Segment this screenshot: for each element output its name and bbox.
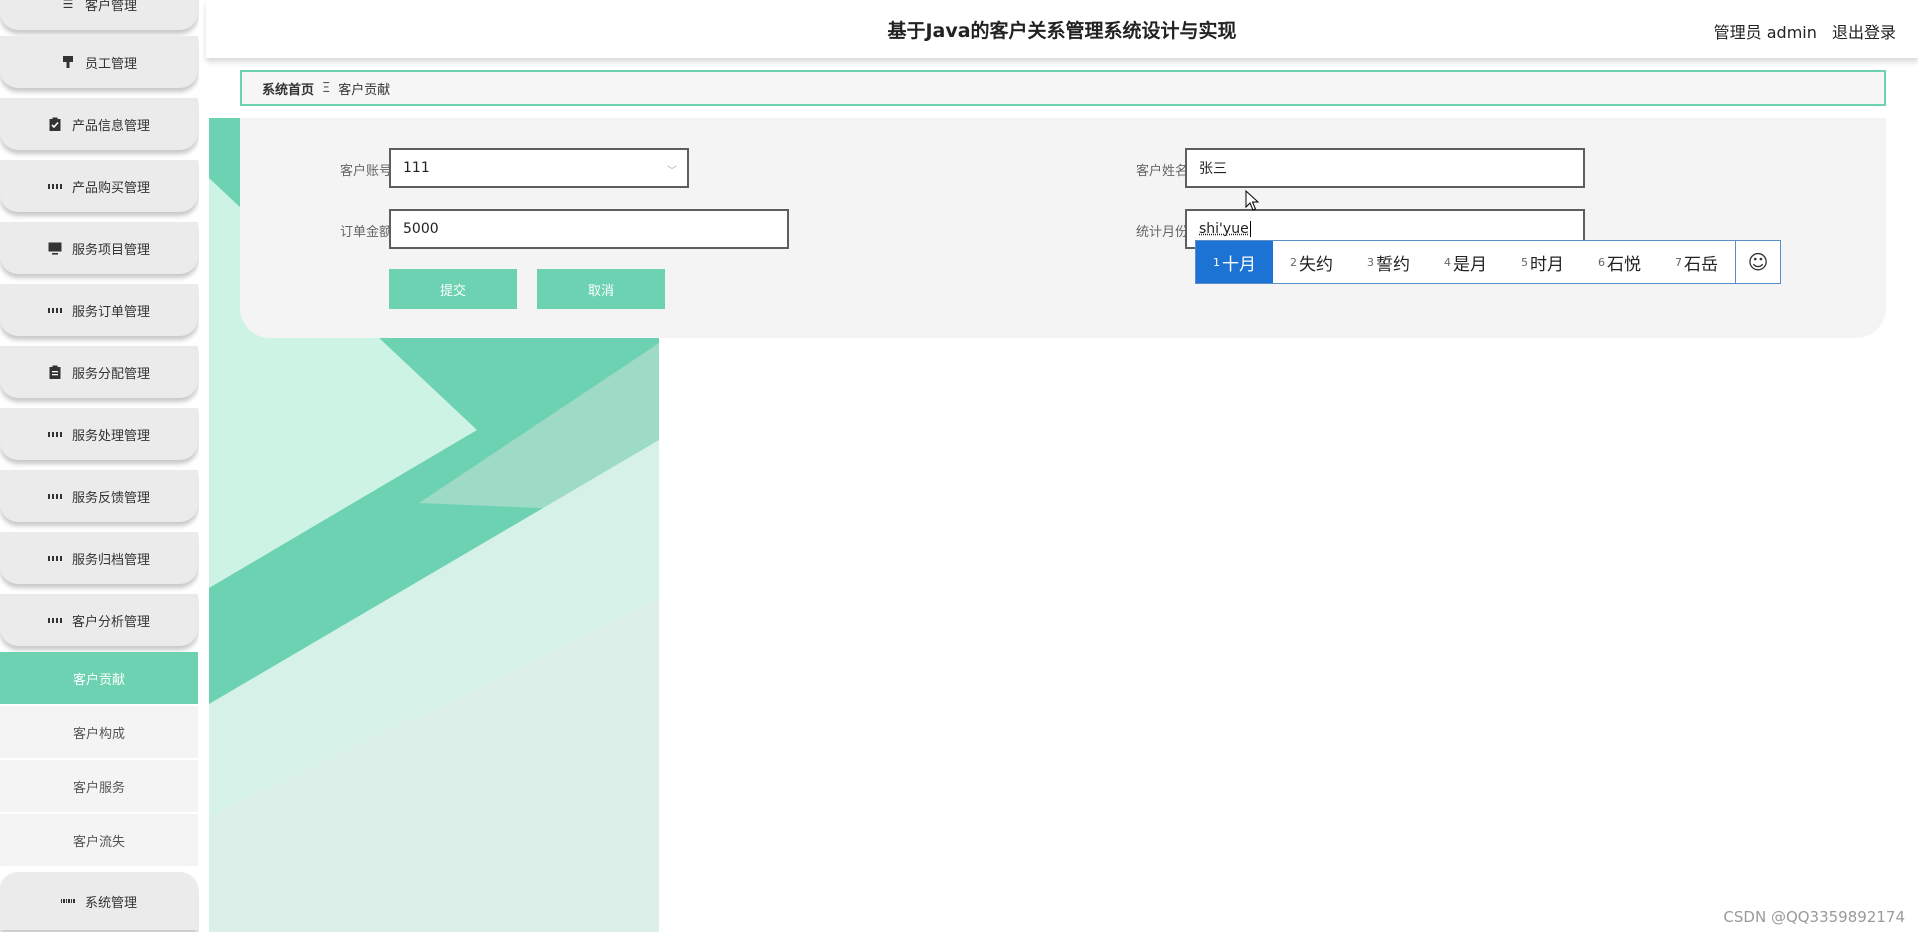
- logout-link[interactable]: 退出登录: [1832, 23, 1896, 42]
- grid-icon: [47, 551, 62, 565]
- ime-candidate[interactable]: 2 失约: [1273, 241, 1350, 283]
- account-value: 111: [403, 160, 430, 176]
- cancel-button[interactable]: 取消: [537, 269, 665, 309]
- ime-candidate[interactable]: 3 誓约: [1350, 241, 1427, 283]
- account-select[interactable]: 111 ﹀: [389, 148, 689, 188]
- sidebar-item-label: 服务分配管理: [71, 366, 150, 382]
- sidebar-item-label: 服务项目管理: [71, 242, 150, 258]
- mouse-cursor-icon: [1245, 190, 1259, 211]
- sidebar-subitem-customer-churn[interactable]: 客户流失: [0, 814, 198, 868]
- sidebar-item-label: 服务处理管理: [71, 428, 150, 444]
- sidebar-item-product-info[interactable]: 产品信息管理: [0, 98, 198, 150]
- sidebar-subitem-customer-composition[interactable]: 客户构成: [0, 706, 198, 760]
- sidebar-item-system-management[interactable]: 系统管理: [0, 872, 198, 930]
- name-value: 张三: [1199, 161, 1227, 177]
- sidebar-item-staff-management[interactable]: 员工管理: [0, 36, 198, 88]
- breadcrumb-current: 客户贡献: [338, 82, 391, 98]
- grid-icon: [47, 489, 62, 503]
- sidebar-item-label: 服务归档管理: [71, 552, 150, 568]
- sidebar: ☰ 客户管理 员工管理 产品信息管理 产品购买管理 服务项目管理 服务订单管理 …: [0, 0, 199, 932]
- name-field[interactable]: 张三: [1185, 148, 1585, 188]
- sidebar-subitem-customer-service[interactable]: 客户服务: [0, 760, 198, 814]
- user-label: 管理员 admin: [1713, 23, 1817, 42]
- grid-icon: [47, 179, 62, 193]
- sidebar-item-customer-management[interactable]: ☰ 客户管理: [0, 0, 198, 30]
- watermark: CSDN @QQ3359892174: [1723, 908, 1905, 926]
- monitor-icon: [48, 241, 62, 255]
- breadcrumb: 系统首页 Ξ 客户贡献: [240, 70, 1886, 106]
- apps-grid-icon: [60, 894, 76, 908]
- sidebar-item-label: 客户管理: [84, 0, 137, 14]
- sidebar-item-label: 客户分析管理: [71, 614, 150, 630]
- chevron-down-icon: ﹀: [667, 166, 677, 177]
- ime-candidate[interactable]: 4 是月: [1427, 241, 1504, 283]
- top-header: 基于Java的客户关系管理系统设计与实现 管理员 admin 退出登录: [206, 0, 1918, 58]
- amount-label: 订单金额: [339, 225, 392, 240]
- clipboard-icon: [48, 365, 62, 379]
- sidebar-item-label: 服务订单管理: [71, 304, 150, 320]
- sidebar-item-product-purchase[interactable]: 产品购买管理: [0, 160, 198, 212]
- user-area: 管理员 admin 退出登录: [1714, 19, 1896, 43]
- sidebar-item-customer-analysis[interactable]: 客户分析管理: [0, 594, 198, 646]
- sidebar-item-service-order[interactable]: 服务订单管理: [0, 284, 198, 336]
- breadcrumb-separator: Ξ: [322, 80, 331, 96]
- amount-field[interactable]: 5000: [389, 209, 789, 249]
- sidebar-item-service-feedback[interactable]: 服务反馈管理: [0, 470, 198, 522]
- page-title: 基于Java的客户关系管理系统设计与实现: [887, 20, 1237, 42]
- ime-candidate[interactable]: 1 十月: [1196, 241, 1273, 283]
- sidebar-item-service-archive[interactable]: 服务归档管理: [0, 532, 198, 584]
- grid-icon: [47, 613, 62, 627]
- ime-candidate-bar: 1 十月 2 失约 3 誓约 4 是月 5 时月 6 石悦 7 石岳 ☺: [1195, 240, 1781, 284]
- breadcrumb-home-link[interactable]: 系统首页: [262, 79, 314, 98]
- sidebar-subitem-customer-contribution[interactable]: 客户贡献: [0, 652, 198, 706]
- name-label: 客户姓名: [1135, 164, 1188, 179]
- sidebar-item-label: 产品购买管理: [71, 180, 150, 196]
- text-caret: [1249, 221, 1251, 237]
- clipboard-check-icon: [48, 117, 62, 131]
- sidebar-item-label: 产品信息管理: [71, 118, 150, 134]
- account-label: 客户账号: [339, 164, 392, 179]
- ime-candidate[interactable]: 7 石岳: [1658, 241, 1735, 283]
- sidebar-item-service-project[interactable]: 服务项目管理: [0, 222, 198, 274]
- sidebar-item-service-assign[interactable]: 服务分配管理: [0, 346, 198, 398]
- grid-icon: [47, 427, 62, 441]
- sidebar-item-service-process[interactable]: 服务处理管理: [0, 408, 198, 460]
- list-icon: ☰: [62, 0, 74, 11]
- submit-button[interactable]: 提交: [389, 269, 517, 309]
- amount-value: 5000: [403, 221, 439, 237]
- ime-candidate[interactable]: 6 石悦: [1581, 241, 1658, 283]
- sidebar-item-label: 系统管理: [84, 895, 137, 911]
- form-panel: 客户账号 111 ﹀ 客户姓名 张三 订单金额 5000 统计月份 shi'yu…: [240, 118, 1886, 338]
- sidebar-item-label: 员工管理: [84, 56, 137, 72]
- grid-icon: [47, 303, 62, 317]
- ime-candidate[interactable]: 5 时月: [1504, 241, 1581, 283]
- user-icon: [61, 55, 75, 69]
- emoji-icon[interactable]: ☺: [1735, 241, 1780, 283]
- sidebar-item-label: 服务反馈管理: [71, 490, 150, 506]
- month-label: 统计月份: [1135, 225, 1188, 240]
- month-value: shi'yue: [1199, 221, 1249, 237]
